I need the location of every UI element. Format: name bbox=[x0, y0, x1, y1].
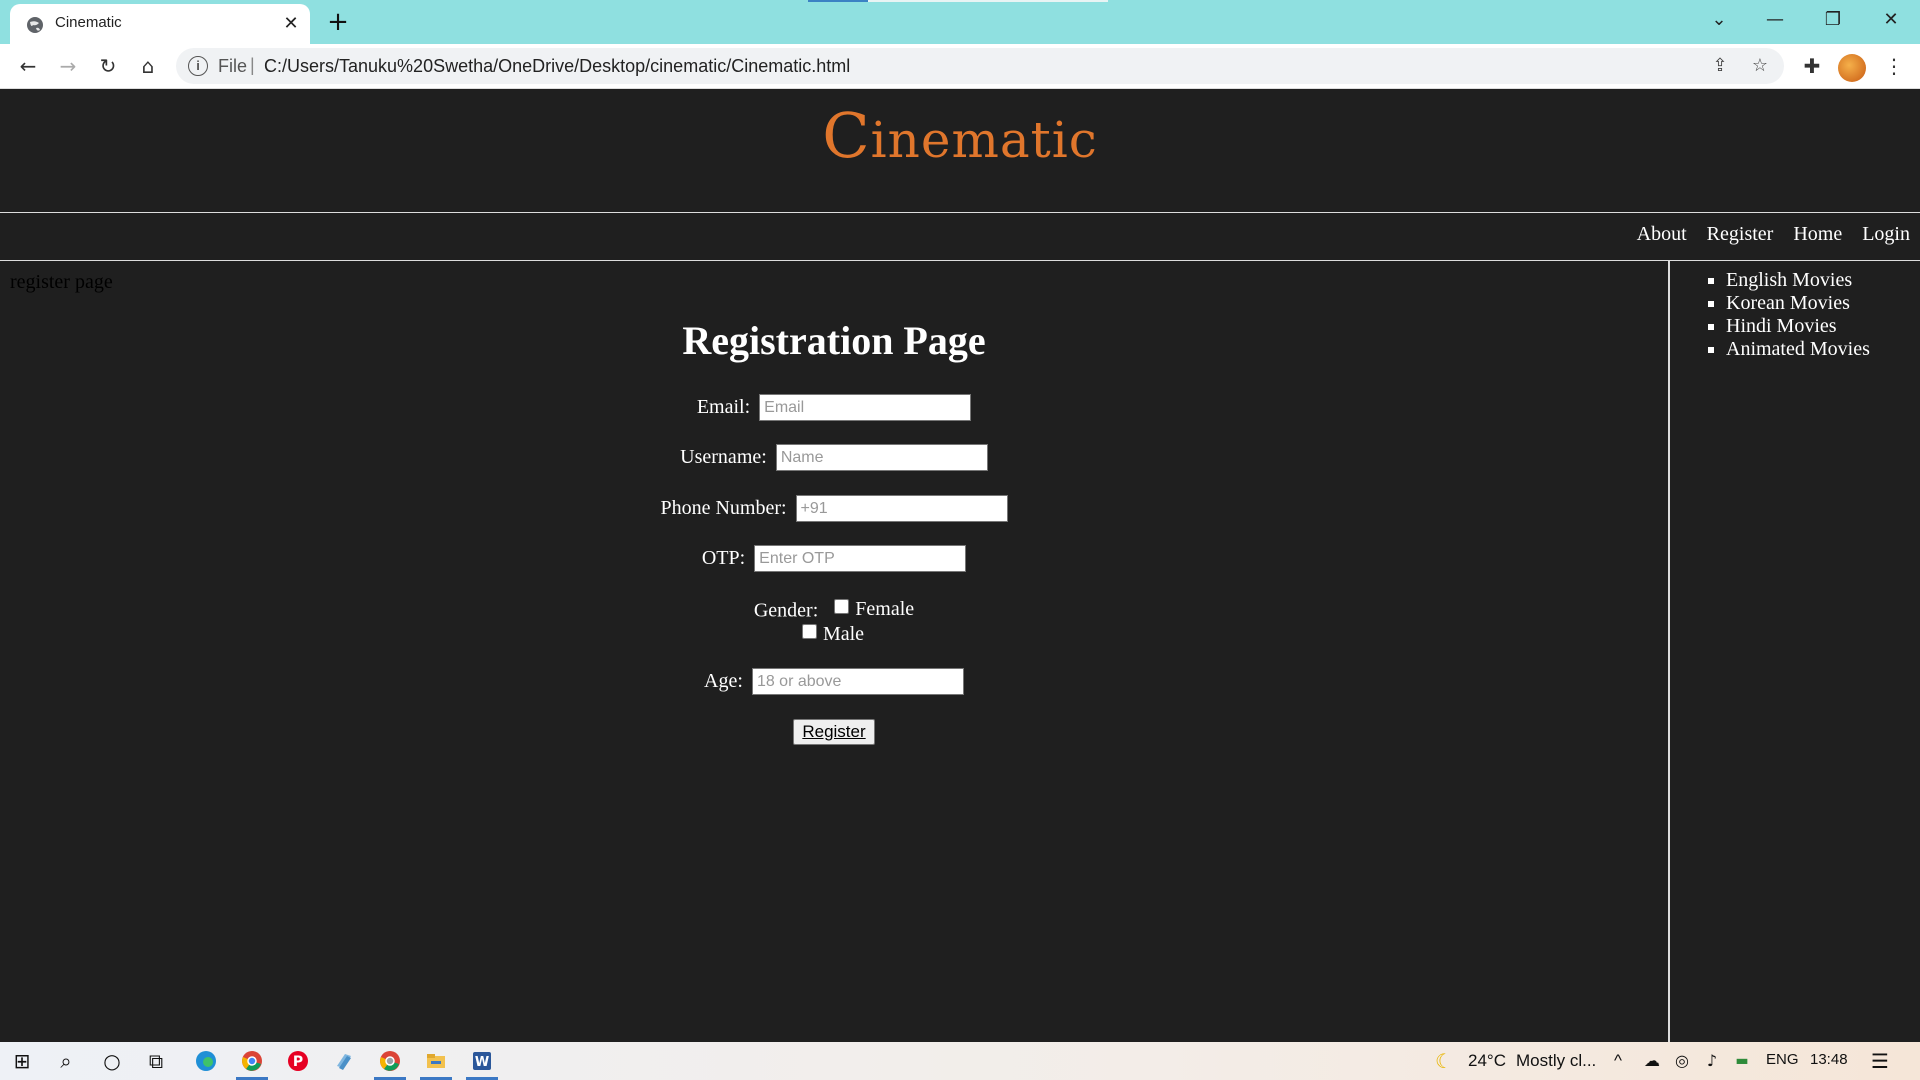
web-page: Cinematic About Register Home Login regi… bbox=[0, 89, 1920, 1042]
task-view-icon[interactable]: ⧉ bbox=[136, 1045, 176, 1077]
age-label: Age: bbox=[704, 670, 743, 692]
minimize-button[interactable]: — bbox=[1752, 4, 1798, 36]
pinterest-app-icon[interactable]: P bbox=[278, 1045, 318, 1077]
back-button[interactable]: ← bbox=[12, 50, 44, 82]
close-window-button[interactable]: ✕ bbox=[1868, 4, 1914, 36]
email-label: Email: bbox=[696, 396, 751, 418]
profile-avatar[interactable] bbox=[1838, 54, 1866, 82]
gender-label: Gender: bbox=[753, 599, 819, 622]
header-divider-top bbox=[0, 212, 1920, 213]
otp-row: OTP: bbox=[0, 545, 1668, 572]
extensions-icon[interactable]: ✚ bbox=[1796, 50, 1828, 82]
tab-strip-accent bbox=[808, 0, 868, 2]
windows-taskbar: ⊞ ⌕ ○ ⧉ P W ☾ 24°C Mostly cl... ^ ☁ ◎ ♪ … bbox=[0, 1042, 1920, 1080]
share-icon[interactable]: ⇪ bbox=[1706, 52, 1734, 80]
browser-tab-strip: Cinematic ✕ + ⌄ — ❐ ✕ bbox=[0, 0, 1920, 44]
weather-condition[interactable]: Mostly cl... bbox=[1516, 1051, 1596, 1071]
notifications-icon[interactable]: ☰ bbox=[1860, 1045, 1900, 1077]
main-content: register page Registration Page Email: U… bbox=[0, 261, 1668, 1042]
logo-cap-letter: C bbox=[822, 99, 871, 172]
tab-close-icon[interactable]: ✕ bbox=[280, 13, 302, 35]
phone-row: Phone Number: bbox=[0, 495, 1668, 522]
username-field[interactable] bbox=[775, 444, 988, 471]
sidebar-item-korean-movies: Korean Movies bbox=[1726, 292, 1870, 315]
start-windows-icon[interactable]: ⊞ bbox=[2, 1045, 42, 1077]
cortana-icon[interactable]: ○ bbox=[92, 1045, 132, 1077]
male-checkbox[interactable] bbox=[801, 624, 817, 640]
url-separator: | bbox=[250, 55, 255, 75]
email-field[interactable] bbox=[759, 394, 972, 421]
username-row: Username: bbox=[0, 444, 1668, 471]
new-tab-button[interactable]: + bbox=[324, 8, 352, 36]
weather-moon-icon[interactable]: ☾ bbox=[1424, 1045, 1464, 1077]
word-app-icon[interactable]: W bbox=[462, 1045, 502, 1080]
site-info-icon[interactable]: i bbox=[188, 56, 208, 76]
site-logo: Cinematic bbox=[0, 99, 1920, 172]
file-explorer-app-icon[interactable] bbox=[416, 1045, 456, 1080]
tab-strip-highlight bbox=[868, 0, 1108, 2]
url-scheme: File bbox=[218, 56, 248, 76]
submit-row: Register bbox=[0, 719, 1668, 745]
age-row: Age: bbox=[0, 668, 1668, 695]
phone-label: Phone Number: bbox=[660, 497, 787, 519]
form-heading: Registration Page bbox=[682, 318, 986, 363]
browser-menu-icon[interactable]: ⋮ bbox=[1878, 50, 1910, 82]
sidebar-item-english-movies: English Movies bbox=[1726, 269, 1870, 292]
edge-app-icon[interactable] bbox=[186, 1045, 226, 1077]
bookmark-star-icon[interactable]: ☆ bbox=[1746, 52, 1774, 80]
globe-icon bbox=[27, 17, 43, 33]
language-indicator[interactable]: ENG bbox=[1766, 1051, 1799, 1068]
username-label: Username: bbox=[680, 446, 767, 468]
browser-toolbar: ← → ↻ ⌂ i File | C:/Users/Tanuku%20Sweth… bbox=[0, 44, 1920, 89]
forward-button[interactable]: → bbox=[52, 50, 84, 82]
age-field[interactable] bbox=[751, 668, 964, 695]
gender-row: Gender: Female Male bbox=[0, 597, 1668, 646]
search-icon[interactable]: ⌕ bbox=[46, 1045, 86, 1077]
svg-text:W: W bbox=[475, 1055, 489, 1070]
nav-login-link[interactable]: Login bbox=[1862, 223, 1910, 246]
sidebar-item-hindi-movies: Hindi Movies bbox=[1726, 315, 1870, 338]
home-button[interactable]: ⌂ bbox=[132, 50, 164, 82]
nav-register-link[interactable]: Register bbox=[1707, 223, 1774, 246]
otp-field[interactable] bbox=[754, 545, 967, 572]
male-option-label: Male bbox=[822, 623, 865, 646]
female-option-label: Female bbox=[855, 598, 915, 620]
chrome-app-icon[interactable] bbox=[232, 1045, 272, 1080]
reload-button[interactable]: ↻ bbox=[92, 50, 124, 82]
files-app-icon[interactable] bbox=[324, 1045, 364, 1077]
page-note: register page bbox=[10, 271, 113, 293]
browser-tab-cinematic[interactable]: Cinematic ✕ bbox=[10, 4, 310, 44]
site-nav: About Register Home Login bbox=[1637, 223, 1910, 246]
tab-search-dropdown-icon[interactable]: ⌄ bbox=[1696, 4, 1742, 36]
address-bar[interactable]: i File | C:/Users/Tanuku%20Swetha/OneDri… bbox=[176, 48, 1784, 84]
restore-button[interactable]: ❐ bbox=[1810, 4, 1856, 36]
nav-about-link[interactable]: About bbox=[1637, 223, 1687, 246]
logo-text: inematic bbox=[870, 111, 1098, 169]
otp-label: OTP: bbox=[701, 547, 746, 569]
weather-temperature[interactable]: 24°C bbox=[1468, 1051, 1506, 1071]
url-text[interactable]: C:/Users/Tanuku%20Swetha/OneDrive/Deskto… bbox=[264, 56, 850, 77]
sidebar: English Movies Korean Movies Hindi Movie… bbox=[1670, 261, 1920, 1042]
tray-chevron-icon[interactable]: ^ bbox=[1614, 1051, 1622, 1071]
clock-time[interactable]: 13:48 bbox=[1810, 1051, 1848, 1068]
phone-field[interactable] bbox=[795, 495, 1008, 522]
email-row: Email: bbox=[0, 394, 1668, 421]
battery-icon[interactable]: ▬ bbox=[1722, 1045, 1762, 1077]
movie-categories-list: English Movies Korean Movies Hindi Movie… bbox=[1726, 269, 1870, 361]
chrome-profile-app-icon[interactable] bbox=[370, 1045, 410, 1080]
sidebar-item-animated-movies: Animated Movies bbox=[1726, 338, 1870, 361]
female-checkbox[interactable] bbox=[834, 598, 850, 614]
register-button[interactable]: Register bbox=[793, 719, 875, 745]
tab-title: Cinematic bbox=[55, 14, 122, 31]
svg-text:P: P bbox=[293, 1054, 303, 1070]
nav-home-link[interactable]: Home bbox=[1793, 223, 1842, 246]
